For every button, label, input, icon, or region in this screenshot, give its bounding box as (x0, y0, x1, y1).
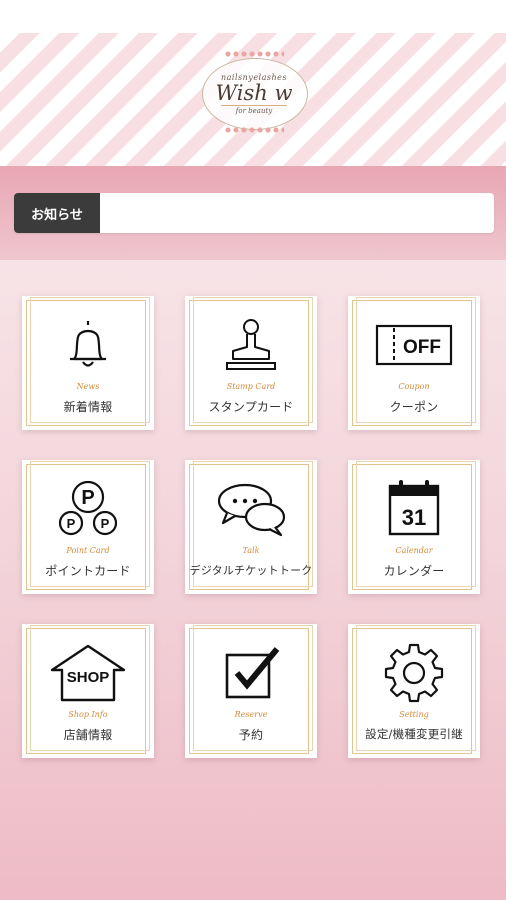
tile-title-ja: スタンプカード (208, 400, 294, 414)
points-icon-text: P (67, 516, 76, 531)
news-ticker[interactable]: お知らせ (14, 193, 494, 233)
tile-title-en: Calendar (395, 546, 433, 555)
logo-title: Wish w (215, 81, 293, 105)
tile-title-en: Coupon (398, 382, 430, 391)
menu-tile-news[interactable]: News 新着情報 (22, 296, 154, 430)
tile-title-ja: 店舗情報 (63, 728, 113, 742)
tile-title-ja: デジタルチケットトーク (189, 564, 313, 577)
calendar-icon: 31 (348, 476, 480, 542)
logo-flower-decoration (224, 126, 284, 134)
points-icon-text: P (81, 487, 94, 509)
tile-title-ja: 設定/機種変更引継 (365, 727, 463, 741)
logo-flower-decoration (224, 50, 284, 58)
shop-icon: SHOP (22, 640, 154, 706)
tile-title-en: Setting (399, 710, 429, 719)
tile-title-en: Point Card (66, 546, 110, 555)
menu-tile-shop-info[interactable]: SHOP Shop Info 店舗情報 (22, 624, 154, 758)
status-bar (0, 0, 506, 33)
points-icon: P P P (22, 476, 154, 542)
tile-title-en: Talk (242, 546, 260, 555)
calendar-icon-text: 31 (402, 505, 426, 530)
tile-title-en: Reserve (234, 710, 268, 719)
tile-title-ja: 新着情報 (63, 400, 113, 414)
menu-tile-stamp-card[interactable]: Stamp Card スタンプカード (185, 296, 317, 430)
menu-tile-reserve[interactable]: Reserve 予約 (185, 624, 317, 758)
news-label: お知らせ (14, 193, 100, 233)
chat-icon (185, 476, 317, 542)
tile-title-ja: クーポン (389, 400, 439, 414)
tile-title-ja: 予約 (238, 728, 264, 742)
menu-tile-talk[interactable]: Talk デジタルチケットトーク (185, 460, 317, 594)
tile-title-ja: ポイントカード (45, 564, 131, 578)
points-icon-text: P (101, 516, 110, 531)
menu-tile-setting[interactable]: Setting 設定/機種変更引継 (348, 624, 480, 758)
gear-icon (348, 640, 480, 706)
brand-logo[interactable]: nailsnyelashes Wish w for beauty (198, 44, 310, 140)
stamp-icon (185, 312, 317, 378)
logo-divider (221, 105, 287, 106)
tile-title-en: Shop Info (68, 710, 108, 719)
coupon-icon: OFF (348, 312, 480, 378)
shop-icon-text: SHOP (67, 669, 110, 686)
logo-tagline: for beauty (235, 107, 273, 115)
tile-title-en: News (76, 382, 100, 391)
menu-tile-calendar[interactable]: 31 Calendar カレンダー (348, 460, 480, 594)
coupon-icon-text: OFF (403, 337, 441, 358)
menu-tile-point-card[interactable]: P P P Point Card ポイントカード (22, 460, 154, 594)
bell-icon (22, 312, 154, 378)
checkbox-icon (185, 640, 317, 706)
tile-title-ja: カレンダー (383, 564, 445, 578)
tile-title-en: Stamp Card (226, 382, 276, 391)
menu-tile-coupon[interactable]: OFF Coupon クーポン (348, 296, 480, 430)
